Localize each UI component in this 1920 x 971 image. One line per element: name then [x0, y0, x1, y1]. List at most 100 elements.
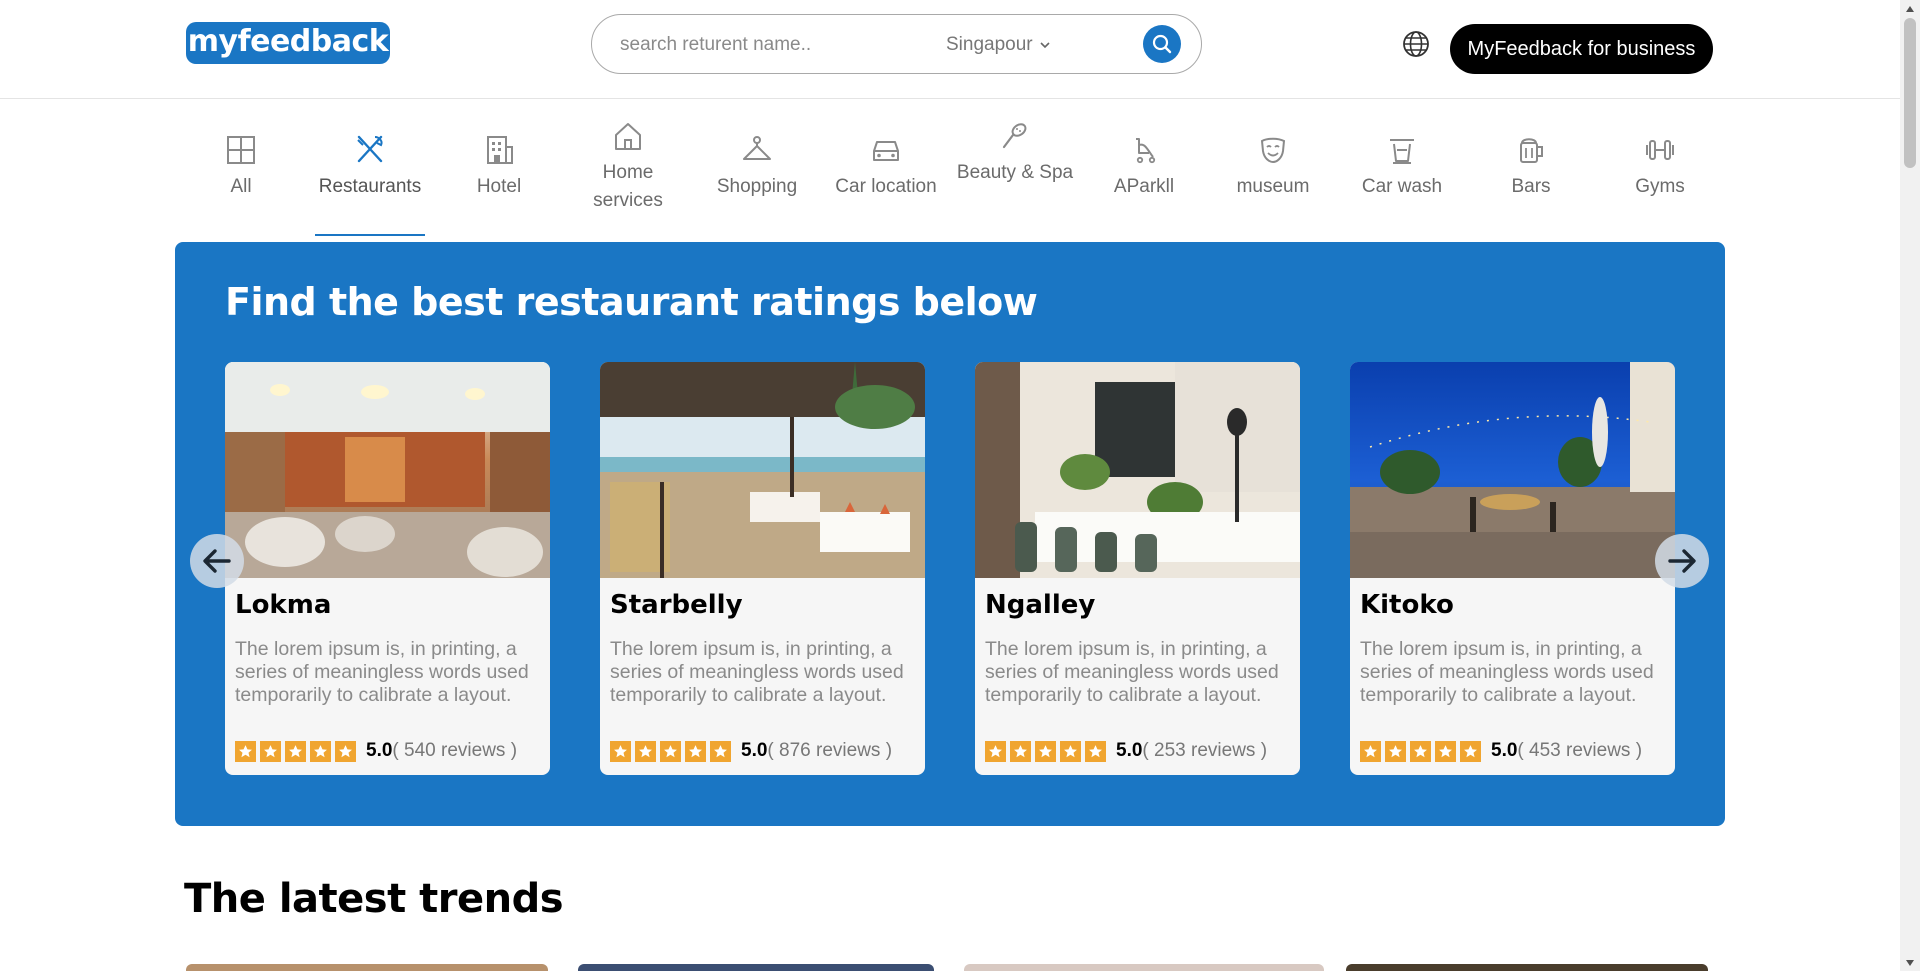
category-bars[interactable]: Bars [1471, 133, 1591, 201]
scroll-up-arrow-icon[interactable] [1900, 0, 1920, 17]
restaurant-name: Starbelly [610, 590, 743, 620]
restaurant-card[interactable]: Kitoko The lorem ipsum is, in printing, … [1350, 362, 1675, 775]
star-rating [235, 740, 356, 762]
star-icon [285, 740, 306, 762]
category-home-services[interactable]: Home services [568, 119, 688, 215]
arrow-left-icon [203, 549, 231, 573]
trend-card-preview[interactable] [578, 964, 934, 971]
chevron-down-icon [1040, 42, 1050, 49]
rating-score: 5.0 [741, 740, 768, 761]
category-label: Car location [835, 176, 937, 197]
search-bar: Singapour [591, 14, 1202, 74]
restaurant-description: The lorem ipsum is, in printing, a serie… [985, 638, 1279, 706]
star-icon [260, 740, 281, 762]
star-icon [310, 740, 331, 762]
review-count: ( 253 reviews ) [1142, 740, 1268, 761]
category-all[interactable]: All [181, 133, 301, 201]
category-label: Bars [1511, 176, 1551, 197]
restaurant-card[interactable]: Lokma The lorem ipsum is, in printing, a… [225, 362, 550, 775]
restaurant-name: Lokma [235, 590, 332, 620]
carousel-prev-button[interactable] [190, 534, 244, 588]
star-icon [1360, 740, 1381, 762]
myfeedback-logo[interactable]: myfeedback [186, 22, 390, 64]
restaurant-description: The lorem ipsum is, in printing, a serie… [235, 638, 529, 706]
category-car-location[interactable]: Car location [826, 133, 946, 201]
car-wash-icon [1390, 139, 1414, 164]
city-dropdown[interactable]: Singapour [946, 31, 1051, 59]
star-rating [1360, 740, 1481, 762]
banner-title: Find the best restaurant ratings below [225, 280, 1038, 324]
section-title-trends: The latest trends [184, 876, 564, 922]
category-nav: All Restaurants Hotel Home services Shop… [176, 115, 1726, 236]
restaurant-description: The lorem ipsum is, in printing, a serie… [1360, 638, 1654, 706]
restaurant-photo [600, 362, 925, 578]
category-museum[interactable]: museum [1213, 133, 1333, 201]
star-icon [635, 740, 656, 762]
page-scrollbar[interactable] [1900, 0, 1920, 971]
trend-card-preview[interactable] [1346, 964, 1708, 971]
star-rating [985, 740, 1106, 762]
ratings-banner: Find the best restaurant ratings below L… [175, 242, 1725, 826]
rating-row: 5.0 ( 540 reviews ) [235, 740, 517, 762]
rating-score: 5.0 [1491, 740, 1518, 761]
category-label: Gyms [1635, 176, 1685, 197]
beer-icon [1520, 138, 1543, 163]
star-icon [660, 740, 681, 762]
category-shopping[interactable]: Shopping [697, 133, 817, 201]
category-label: Beauty & Spa [956, 162, 1074, 183]
star-icon [235, 740, 256, 762]
rating-row: 5.0 ( 253 reviews ) [985, 740, 1267, 762]
rating-score: 5.0 [366, 740, 393, 761]
category-label: Restaurants [318, 176, 422, 197]
restaurant-name: Kitoko [1360, 590, 1454, 620]
star-icon [1460, 740, 1481, 762]
top-header: myfeedback Singapour MyFeedback for busi… [0, 0, 1900, 99]
star-icon [1035, 740, 1056, 762]
car-icon [873, 141, 899, 161]
category-hotel[interactable]: Hotel [439, 133, 559, 201]
search-input[interactable] [620, 31, 920, 59]
category-label: Car wash [1361, 176, 1443, 197]
star-icon [685, 740, 706, 762]
restaurant-photo [975, 362, 1300, 578]
arrow-right-icon [1668, 549, 1696, 573]
restaurant-card[interactable]: Ngalley The lorem ipsum is, in printing,… [975, 362, 1300, 775]
restaurant-photo [225, 362, 550, 578]
business-button[interactable]: MyFeedback for business [1450, 24, 1713, 74]
review-count: ( 453 reviews ) [1517, 740, 1643, 761]
category-label: Home services [593, 162, 663, 211]
building-icon [487, 136, 513, 164]
star-icon [985, 740, 1006, 762]
category-car-wash[interactable]: Car wash [1342, 133, 1462, 201]
dumbbell-icon [1646, 140, 1674, 160]
restaurant-card[interactable]: Starbelly The lorem ipsum is, in printin… [600, 362, 925, 775]
star-icon [710, 740, 731, 762]
star-icon [1435, 740, 1456, 762]
search-button[interactable] [1143, 25, 1181, 63]
category-gyms[interactable]: Gyms [1600, 133, 1720, 201]
scroll-down-arrow-icon[interactable] [1900, 954, 1920, 971]
star-icon [1010, 740, 1031, 762]
category-beauty-spa[interactable]: Beauty & Spa [955, 119, 1075, 187]
category-label: All [230, 176, 252, 197]
hanger-icon [743, 136, 771, 160]
category-restaurants[interactable]: Restaurants [310, 133, 430, 236]
rating-score: 5.0 [1116, 740, 1143, 761]
rating-row: 5.0 ( 453 reviews ) [1360, 740, 1642, 762]
trend-card-preview[interactable] [186, 964, 548, 971]
category-aparkll[interactable]: AParkll [1084, 133, 1204, 201]
trend-card-preview[interactable] [964, 964, 1324, 971]
stroller-icon [1136, 138, 1156, 164]
spa-icon [1002, 123, 1027, 149]
star-icon [1085, 740, 1106, 762]
restaurant-name: Ngalley [985, 590, 1096, 620]
globe-icon[interactable] [1402, 30, 1430, 58]
star-rating [610, 740, 731, 762]
carousel-next-button[interactable] [1655, 534, 1709, 588]
grid-icon [227, 136, 255, 164]
restaurant-description: The lorem ipsum is, in printing, a serie… [610, 638, 904, 706]
mask-icon [1260, 137, 1286, 164]
star-icon [1060, 740, 1081, 762]
restaurant-photo [1350, 362, 1675, 578]
scrollbar-thumb[interactable] [1904, 18, 1916, 168]
